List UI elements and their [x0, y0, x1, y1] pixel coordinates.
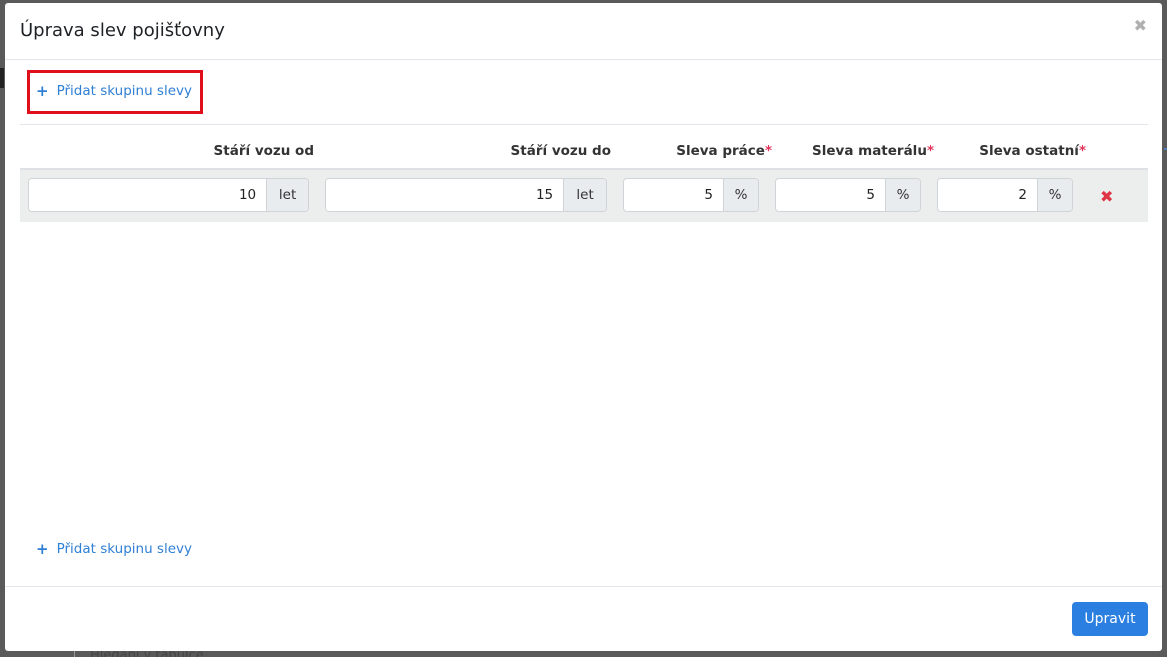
modal-header: Úprava slev pojišťovny ✖ [5, 3, 1162, 60]
labor-discount-input-group: % [623, 178, 759, 212]
column-header-other-discount: Sleva ostatní* [979, 143, 1086, 159]
column-header-labor-discount: Sleva práce* [676, 143, 772, 159]
material-discount-input-group: % [775, 178, 921, 212]
column-header-age-from: Stáří vozu od [213, 143, 314, 159]
age-to-input[interactable] [326, 179, 564, 211]
add-discount-group-label: Přidat skupinu slevy [56, 83, 192, 99]
background-fragment [0, 68, 4, 88]
other-discount-input[interactable] [938, 179, 1037, 211]
material-discount-unit: % [885, 179, 920, 211]
modal-title: Úprava slev pojišťovny [20, 20, 225, 41]
age-to-unit: let [563, 179, 606, 211]
submit-button[interactable]: Upravit [1072, 602, 1148, 636]
required-marker: * [764, 143, 772, 159]
edit-discounts-modal: Úprava slev pojišťovny ✖ + Přidat skupin… [5, 3, 1162, 651]
other-discount-input-group: % [937, 178, 1073, 212]
labor-discount-input[interactable] [624, 179, 723, 211]
column-header-age-to: Stáří vozu do [510, 143, 611, 159]
plus-icon: + [36, 540, 49, 558]
add-discount-group-button[interactable]: + Přidat skupinu slevy [36, 82, 192, 100]
labor-discount-unit: % [723, 179, 758, 211]
table-header: Stáří vozu od Stáří vozu do Sleva práce*… [20, 125, 1148, 170]
material-discount-input[interactable] [776, 179, 885, 211]
age-from-input[interactable] [29, 179, 267, 211]
divider [5, 586, 1162, 587]
age-to-input-group: let [325, 178, 607, 212]
add-discount-group-button-bottom[interactable]: + Přidat skupinu slevy [36, 540, 192, 558]
age-from-input-group: let [28, 178, 309, 212]
required-marker: * [1078, 143, 1086, 159]
required-marker: * [926, 143, 934, 159]
age-from-unit: let [266, 179, 308, 211]
plus-icon: + [36, 82, 49, 100]
delete-icon[interactable]: ✖ [1100, 187, 1113, 206]
table-row: let let % % % ✖ [20, 170, 1148, 222]
other-discount-unit: % [1037, 179, 1072, 211]
add-discount-group-label: Přidat skupinu slevy [56, 541, 192, 557]
close-icon[interactable]: ✖ [1134, 16, 1147, 35]
column-header-material-discount: Sleva materálu* [812, 143, 934, 159]
